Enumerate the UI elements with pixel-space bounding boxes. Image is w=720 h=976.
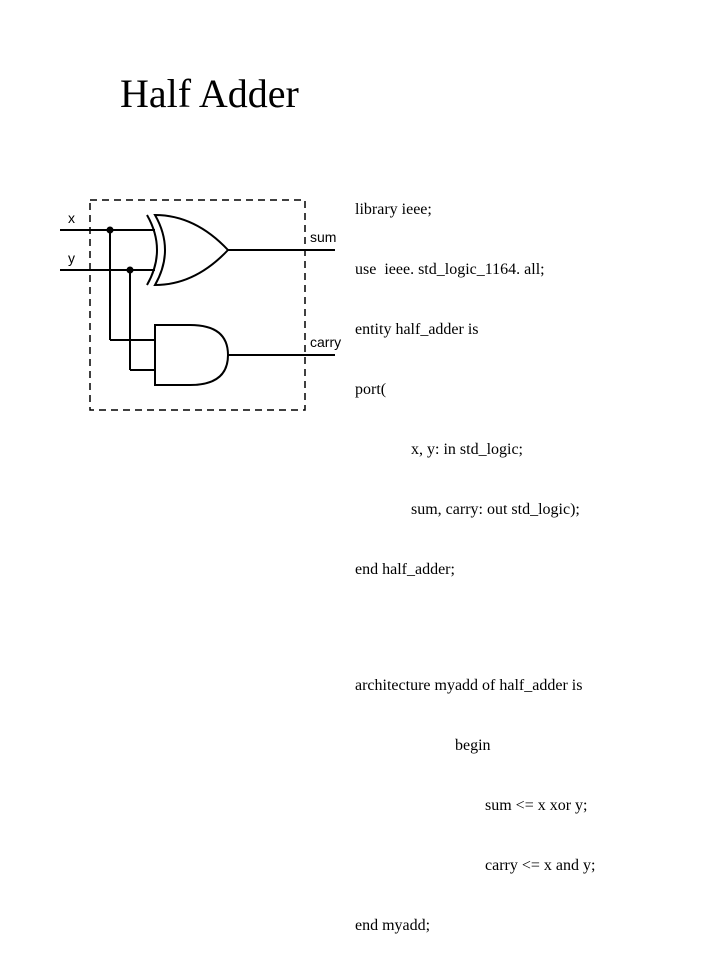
page-title: Half Adder [120, 70, 299, 117]
label-y: y [68, 250, 75, 266]
label-x: x [68, 210, 75, 226]
code-line: begin [355, 736, 695, 756]
code-line: sum, carry: out std_logic); [355, 500, 695, 520]
label-sum: sum [310, 229, 336, 245]
code-line: port( [355, 380, 695, 400]
xor-gate-icon [147, 215, 228, 285]
code-line: carry <= x and y; [355, 856, 695, 876]
code-line: library ieee; [355, 200, 695, 220]
code-line: end myadd; [355, 916, 695, 936]
code-line: entity half_adder is [355, 320, 695, 340]
code-line: use ieee. std_logic_1164. all; [355, 260, 695, 280]
code-line: end half_adder; [355, 560, 695, 580]
half-adder-diagram: x y sum carry [60, 190, 350, 420]
label-carry: carry [310, 334, 341, 350]
code-line: architecture myadd of half_adder is [355, 676, 695, 696]
and-gate-icon [155, 325, 228, 385]
vhdl-code: library ieee; use ieee. std_logic_1164. … [355, 160, 695, 976]
code-line: x, y: in std_logic; [355, 440, 695, 460]
code-line: sum <= x xor y; [355, 796, 695, 816]
